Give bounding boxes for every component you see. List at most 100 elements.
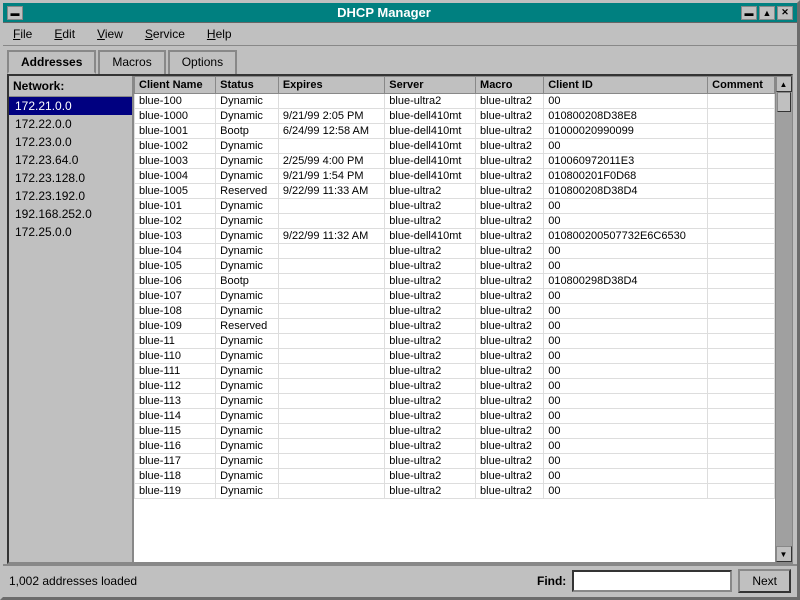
- network-item[interactable]: 172.23.64.0: [9, 151, 132, 169]
- table-cell: blue-1001: [135, 124, 216, 139]
- table-cell: [278, 364, 384, 379]
- table-cell: blue-ultra2: [385, 409, 476, 424]
- table-cell: blue-ultra2: [476, 184, 544, 199]
- scrollbar[interactable]: ▲ ▼: [775, 76, 791, 562]
- table-cell: blue-ultra2: [385, 394, 476, 409]
- network-panel: Network: 172.21.0.0 172.22.0.0 172.23.0.…: [9, 76, 134, 562]
- table-cell: blue-105: [135, 259, 216, 274]
- table-cell: blue-ultra2: [476, 94, 544, 109]
- table-row[interactable]: blue-115Dynamicblue-ultra2blue-ultra200: [135, 424, 775, 439]
- table-cell: [278, 424, 384, 439]
- app-window: ▬ DHCP Manager ▬ ▲ ✕ File Edit View Serv…: [0, 0, 800, 600]
- table-row[interactable]: blue-102Dynamicblue-ultra2blue-ultra200: [135, 214, 775, 229]
- table-row[interactable]: blue-110Dynamicblue-ultra2blue-ultra200: [135, 349, 775, 364]
- network-item[interactable]: 172.23.128.0: [9, 169, 132, 187]
- table-row[interactable]: blue-1001Bootp6/24/99 12:58 AMblue-dell4…: [135, 124, 775, 139]
- tab-macros[interactable]: Macros: [98, 50, 165, 74]
- table-cell: blue-ultra2: [476, 409, 544, 424]
- table-cell: 00: [544, 244, 708, 259]
- table-cell: blue-ultra2: [385, 484, 476, 499]
- scroll-up-button[interactable]: ▲: [776, 76, 792, 92]
- table-cell: [708, 349, 775, 364]
- table-cell: [708, 484, 775, 499]
- menu-edit[interactable]: Edit: [48, 25, 81, 43]
- network-item[interactable]: 172.23.0.0: [9, 133, 132, 151]
- table-row[interactable]: blue-112Dynamicblue-ultra2blue-ultra200: [135, 379, 775, 394]
- minimize-button[interactable]: ▬: [741, 6, 757, 20]
- network-item[interactable]: 172.23.192.0: [9, 187, 132, 205]
- table-cell: Dynamic: [216, 244, 279, 259]
- menu-service[interactable]: Service: [139, 25, 191, 43]
- table-container[interactable]: Client Name Status Expires Server Macro …: [134, 76, 775, 562]
- table-cell: blue-ultra2: [385, 244, 476, 259]
- table-row[interactable]: blue-107Dynamicblue-ultra2blue-ultra200: [135, 289, 775, 304]
- table-cell: blue-119: [135, 484, 216, 499]
- table-cell: 00: [544, 364, 708, 379]
- table-row[interactable]: blue-101Dynamicblue-ultra2blue-ultra200: [135, 199, 775, 214]
- find-input[interactable]: [572, 570, 732, 592]
- table-row[interactable]: blue-119Dynamicblue-ultra2blue-ultra200: [135, 484, 775, 499]
- table-cell: 010060972011E3: [544, 154, 708, 169]
- table-cell: 00: [544, 349, 708, 364]
- table-cell: 00: [544, 214, 708, 229]
- table-row[interactable]: blue-11Dynamicblue-ultra2blue-ultra200: [135, 334, 775, 349]
- window-title: DHCP Manager: [27, 5, 741, 20]
- table-cell: blue-dell410mt: [385, 124, 476, 139]
- table-row[interactable]: blue-100Dynamicblue-ultra2blue-ultra200: [135, 94, 775, 109]
- menu-help[interactable]: Help: [201, 25, 238, 43]
- table-row[interactable]: blue-109Reservedblue-ultra2blue-ultra200: [135, 319, 775, 334]
- scroll-track[interactable]: [776, 92, 792, 546]
- table-row[interactable]: blue-104Dynamicblue-ultra2blue-ultra200: [135, 244, 775, 259]
- menu-file[interactable]: File: [7, 25, 38, 43]
- table-row[interactable]: blue-1002Dynamicblue-dell410mtblue-ultra…: [135, 139, 775, 154]
- table-row[interactable]: blue-103Dynamic9/22/99 11:32 AMblue-dell…: [135, 229, 775, 244]
- network-item[interactable]: 172.22.0.0: [9, 115, 132, 133]
- table-cell: [708, 199, 775, 214]
- table-row[interactable]: blue-118Dynamicblue-ultra2blue-ultra200: [135, 469, 775, 484]
- table-row[interactable]: blue-1000Dynamic9/21/99 2:05 PMblue-dell…: [135, 109, 775, 124]
- table-cell: [278, 139, 384, 154]
- table-cell: blue-ultra2: [476, 259, 544, 274]
- table-row[interactable]: blue-116Dynamicblue-ultra2blue-ultra200: [135, 439, 775, 454]
- tab-addresses[interactable]: Addresses: [7, 50, 96, 74]
- table-cell: blue-ultra2: [476, 484, 544, 499]
- table-cell: blue-dell410mt: [385, 169, 476, 184]
- next-button[interactable]: Next: [738, 569, 791, 593]
- table-row[interactable]: blue-114Dynamicblue-ultra2blue-ultra200: [135, 409, 775, 424]
- table-cell: Dynamic: [216, 229, 279, 244]
- scroll-thumb[interactable]: [777, 92, 791, 112]
- network-item[interactable]: 192.168.252.0: [9, 205, 132, 223]
- table-row[interactable]: blue-1005Reserved9/22/99 11:33 AMblue-ul…: [135, 184, 775, 199]
- network-item[interactable]: 172.25.0.0: [9, 223, 132, 241]
- table-row[interactable]: blue-105Dynamicblue-ultra2blue-ultra200: [135, 259, 775, 274]
- network-item[interactable]: 172.21.0.0: [9, 97, 132, 115]
- close-button[interactable]: ✕: [777, 6, 793, 20]
- table-row[interactable]: blue-113Dynamicblue-ultra2blue-ultra200: [135, 394, 775, 409]
- status-text: 1,002 addresses loaded: [9, 574, 137, 588]
- table-row[interactable]: blue-1004Dynamic9/21/99 1:54 PMblue-dell…: [135, 169, 775, 184]
- table-cell: [708, 364, 775, 379]
- table-cell: blue-100: [135, 94, 216, 109]
- table-cell: blue-ultra2: [385, 304, 476, 319]
- table-cell: blue-1002: [135, 139, 216, 154]
- table-cell: blue-ultra2: [476, 139, 544, 154]
- table-cell: 00: [544, 379, 708, 394]
- maximize-button[interactable]: ▲: [759, 6, 775, 20]
- table-row[interactable]: blue-111Dynamicblue-ultra2blue-ultra200: [135, 364, 775, 379]
- table-cell: 010800208D38E8: [544, 109, 708, 124]
- table-cell: blue-ultra2: [385, 379, 476, 394]
- menu-view[interactable]: View: [91, 25, 129, 43]
- table-row[interactable]: blue-108Dynamicblue-ultra2blue-ultra200: [135, 304, 775, 319]
- table-row[interactable]: blue-117Dynamicblue-ultra2blue-ultra200: [135, 454, 775, 469]
- table-cell: blue-110: [135, 349, 216, 364]
- menu-icon[interactable]: ▬: [7, 6, 23, 20]
- table-cell: Bootp: [216, 124, 279, 139]
- tab-bar: Addresses Macros Options: [3, 46, 797, 74]
- table-row[interactable]: blue-1003Dynamic2/25/99 4:00 PMblue-dell…: [135, 154, 775, 169]
- tab-options[interactable]: Options: [168, 50, 237, 74]
- table-cell: blue-115: [135, 424, 216, 439]
- scroll-down-button[interactable]: ▼: [776, 546, 792, 562]
- table-cell: Dynamic: [216, 304, 279, 319]
- table-row[interactable]: blue-106Bootpblue-ultra2blue-ultra201080…: [135, 274, 775, 289]
- table-cell: 010800298D38D4: [544, 274, 708, 289]
